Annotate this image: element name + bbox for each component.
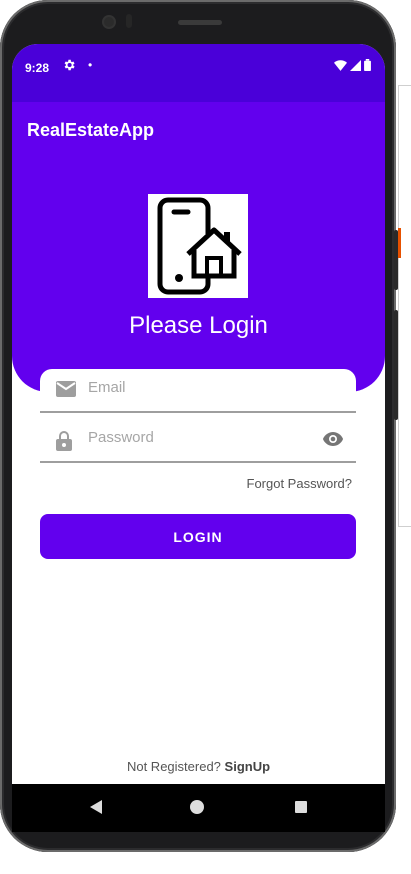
signup-prompt: Not Registered? SignUp — [12, 759, 385, 774]
phone-frame: 9:28 • RealEstateApp Please Login Email … — [0, 0, 398, 852]
battery-icon — [364, 58, 371, 76]
email-input[interactable] — [88, 379, 308, 396]
navigation-bar — [12, 784, 385, 832]
app-title: RealEstateApp — [27, 120, 155, 140]
signup-prompt-text: Not Registered? — [126, 759, 225, 774]
status-time: 9:28 — [25, 61, 50, 75]
gear-icon — [62, 58, 76, 75]
notification-dot: • — [88, 58, 93, 72]
wifi-icon — [334, 58, 347, 76]
eye-icon[interactable] — [322, 431, 344, 452]
earpiece-speaker — [178, 20, 222, 25]
background-window — [398, 85, 411, 527]
back-icon[interactable] — [90, 800, 102, 819]
status-bar: 9:28 • — [12, 44, 385, 102]
home-icon[interactable] — [190, 800, 204, 814]
app-header: RealEstateApp Please Login — [12, 102, 385, 392]
front-camera — [104, 17, 114, 27]
signup-link[interactable]: SignUp — [225, 759, 271, 774]
power-button — [394, 310, 398, 420]
password-input[interactable] — [88, 429, 308, 446]
status-icons — [334, 58, 371, 76]
forgot-password-link[interactable]: Forgot Password? — [247, 476, 353, 491]
password-field — [40, 419, 356, 463]
device-screen: 9:28 • RealEstateApp Please Login Email … — [12, 44, 385, 814]
phone-home-icon — [148, 194, 248, 298]
email-icon — [56, 381, 76, 402]
login-form: Forgot Password? — [40, 369, 356, 499]
recents-icon[interactable] — [295, 801, 307, 813]
lock-icon — [56, 431, 72, 456]
login-button[interactable]: LOGIN — [40, 514, 356, 559]
page-title: Please Login — [129, 312, 268, 339]
background-window-accent — [398, 228, 401, 258]
volume-button — [394, 230, 398, 290]
proximity-sensor — [126, 14, 132, 28]
email-field — [40, 369, 356, 413]
signal-icon — [350, 58, 361, 76]
